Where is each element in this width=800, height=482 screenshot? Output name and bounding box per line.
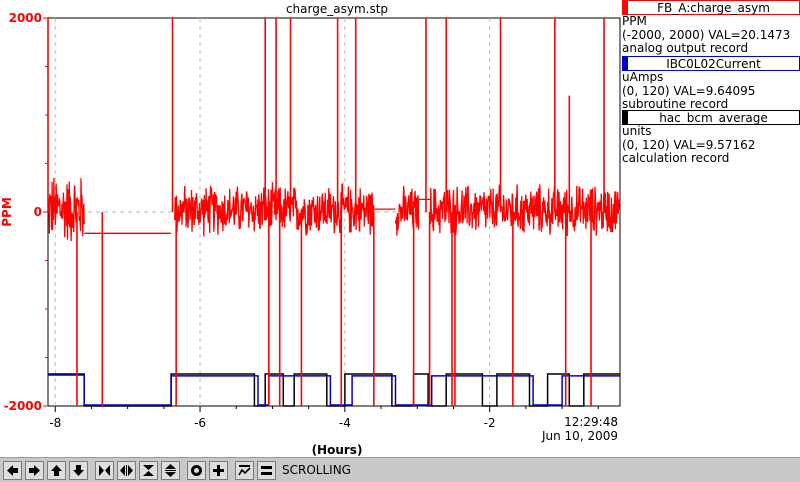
y-axis-label: PPM [0,197,14,227]
arrow-down-icon[interactable] [69,460,88,480]
legend-name-box[interactable]: IBC0L02Current [622,56,800,71]
y-tick-label: 0 [34,205,42,219]
y-tick-label: -2000 [4,399,42,413]
legend-units: units [622,124,652,138]
record-icon[interactable] [187,460,206,480]
y-tick-label: 2000 [9,11,42,25]
legend-units: uAmps [622,70,664,84]
split-icon[interactable] [257,460,276,480]
legend-record: analog output record [622,41,749,55]
legend-entry-fb-a-charge-asym[interactable]: FB_A:charge_asym PPM (-2000, 2000) VAL=2… [622,0,800,56]
arrow-right-icon[interactable] [25,460,44,480]
autoscale-icon[interactable] [235,460,254,480]
legend-entry-hac-bcm-average[interactable]: hac_bcm_average units (0, 120) VAL=9.571… [622,110,800,166]
toolbar: SCROLLING [0,457,800,482]
arrow-left-icon[interactable] [3,460,22,480]
legend-name: hac_bcm_average [659,111,768,125]
x-tick-label: -4 [339,416,351,430]
plus-icon[interactable] [209,460,228,480]
expand-vertical-icon[interactable] [161,460,180,480]
time-label: 12:29:48 [564,415,618,429]
date-label: Jun 10, 2009 [541,429,618,443]
legend-entry-ibc0l02current[interactable]: IBC0L02Current uAmps (0, 120) VAL=9.6409… [622,56,800,112]
x-tick-label: -2 [484,416,496,430]
legend-name: IBC0L02Current [666,57,761,71]
x-axis-label: (Hours) [312,443,363,457]
status-text: SCROLLING [282,463,351,477]
x-tick-label: -8 [49,416,61,430]
legend-name-box[interactable]: FB_A:charge_asym [622,0,800,15]
compress-vertical-icon[interactable] [139,460,158,480]
x-tick-label: -6 [194,416,206,430]
legend-name: FB_A:charge_asym [657,1,770,15]
expand-horizontal-icon[interactable] [117,460,136,480]
legend-range: (-2000, 2000) VAL=20.1473 [622,27,791,42]
chart-title: charge_asym.stp [286,2,388,16]
legend-range: (0, 120) VAL=9.64095 [622,83,756,98]
arrow-up-icon[interactable] [47,460,66,480]
compress-horizontal-icon[interactable] [95,460,114,480]
legend-record: calculation record [622,151,730,165]
legend-range: (0, 120) VAL=9.57162 [622,137,756,152]
legend-name-box[interactable]: hac_bcm_average [622,110,800,125]
legend-units: PPM [622,14,647,28]
